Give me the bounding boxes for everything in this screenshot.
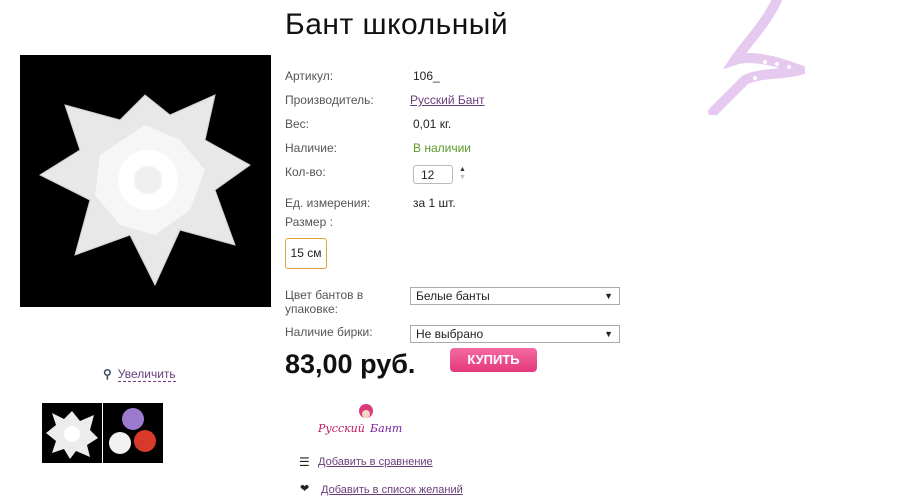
heart-icon: ❤ [300, 483, 310, 495]
tag-select[interactable]: Не выбрано ▼ [410, 325, 620, 343]
article-value: 106_ [413, 69, 440, 83]
product-main-image[interactable] [20, 55, 271, 307]
add-to-wishlist-link[interactable]: Добавить в список желаний [321, 484, 463, 496]
zoom-link[interactable]: ⚲ Увеличить [103, 367, 176, 382]
svg-text:Бант: Бант [369, 422, 402, 435]
quantity-input[interactable]: 12 [413, 165, 453, 184]
color-select[interactable]: Белые банты ▼ [410, 287, 620, 305]
brand-logo-image: Русский Бант [317, 404, 402, 435]
quantity-stepper[interactable]: ▲ ▼ [459, 166, 469, 184]
magnifier-icon: ⚲ [103, 367, 112, 381]
stock-label: Наличие: [285, 141, 338, 155]
decrement-icon[interactable]: ▼ [459, 174, 469, 182]
color-select-value: Белые банты [416, 289, 490, 303]
weight-value: 0,01 кг. [413, 117, 452, 131]
increment-icon[interactable]: ▲ [459, 166, 469, 174]
tag-label: Наличие бирки: [285, 325, 373, 339]
product-price: 83,00 руб. [285, 349, 416, 379]
qty-label: Кол-во: [285, 165, 326, 179]
dropdown-arrow-icon: ▼ [604, 329, 613, 339]
thumb-color-bows-image [109, 408, 156, 454]
maker-label: Производитель: [285, 93, 374, 107]
tag-select-value: Не выбрано [416, 327, 484, 341]
thumbnail-color-bows[interactable] [103, 403, 163, 463]
thumbnail-white-bow[interactable] [42, 403, 102, 463]
ribbon-decoration [708, 0, 805, 115]
svg-text:Русский: Русский [318, 422, 365, 435]
unit-label: Ед. измерения: [285, 196, 371, 210]
product-title: Бант школьный [285, 8, 509, 41]
stock-status: В наличии [413, 141, 472, 155]
add-to-compare-link[interactable]: Добавить в сравнение [318, 456, 433, 468]
zoom-label: Увеличить [117, 367, 176, 382]
dropdown-arrow-icon: ▼ [604, 291, 613, 301]
unit-value: за 1 шт. [413, 196, 456, 210]
compare-icon: ☰ [299, 455, 310, 469]
article-label: Артикул: [285, 69, 334, 83]
size-option-15cm[interactable]: 15 см [285, 238, 327, 269]
buy-button[interactable]: КУПИТЬ [450, 348, 537, 372]
color-label: Цвет бантов в упаковке: [285, 288, 364, 316]
maker-link[interactable]: Русский Бант [410, 93, 485, 107]
weight-label: Вес: [285, 117, 310, 131]
white-bow-image [38, 94, 251, 287]
brand-logo[interactable]: Русский Бант [317, 402, 404, 438]
thumb-white-bow-image [46, 411, 98, 459]
size-label: Размер : [285, 215, 333, 229]
